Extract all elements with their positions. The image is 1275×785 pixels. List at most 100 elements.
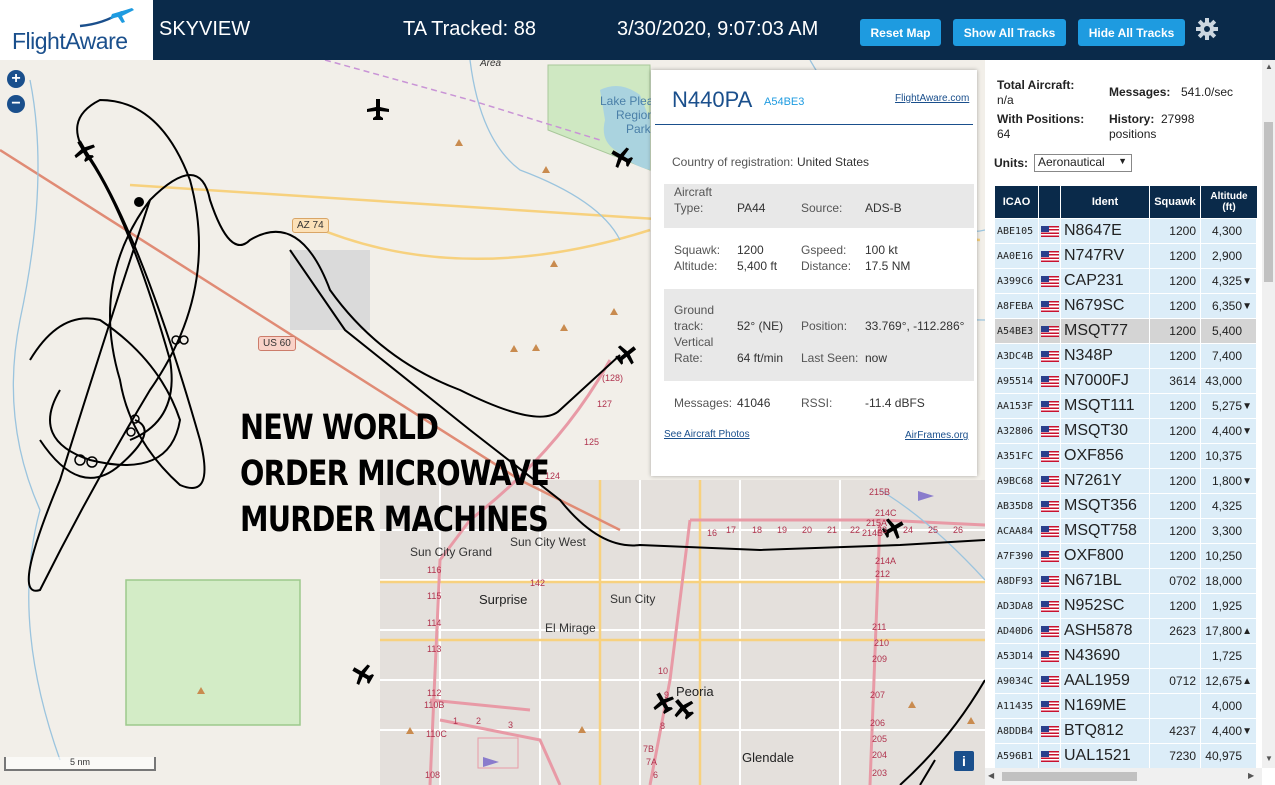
popup-hex[interactable]: A54BE3 bbox=[764, 96, 804, 108]
app-name: SKYVIEW bbox=[159, 18, 251, 40]
cell-icao: A7F390 bbox=[995, 544, 1039, 568]
horizontal-scrollbar[interactable]: ◀ ▶ bbox=[985, 768, 1262, 785]
highway-az74-shield: AZ 74 bbox=[292, 218, 329, 233]
cell-flag bbox=[1039, 294, 1061, 318]
cell-ident: N8647E bbox=[1061, 219, 1150, 243]
scroll-down-icon[interactable]: ▼ bbox=[1265, 754, 1273, 763]
table-row[interactable]: ACAA84 MSQT758 1200 3,300 bbox=[995, 519, 1257, 544]
cell-icao: A3DC4B bbox=[995, 344, 1039, 368]
map-canvas[interactable]: Area Lake Plea Region Park Sun City Gran… bbox=[0, 60, 985, 785]
aircraft-photos-link[interactable]: See Aircraft Photos bbox=[664, 429, 750, 440]
cell-altitude: 4,300 bbox=[1201, 219, 1257, 243]
cell-icao: ABE105 bbox=[995, 219, 1039, 243]
flightaware-link[interactable]: FlightAware.com bbox=[895, 93, 969, 104]
altitude-value: 7,400 bbox=[1211, 349, 1242, 363]
altitude-value: 17,800 bbox=[1205, 624, 1242, 638]
table-row[interactable]: A8DF93 N671BL 0702 18,000 bbox=[995, 569, 1257, 594]
table-row[interactable]: A8FEBA N679SC 1200 6,350 ▼ bbox=[995, 294, 1257, 319]
exit-label: 206 bbox=[870, 718, 886, 728]
cell-ident: UAL1521 bbox=[1061, 744, 1150, 768]
altitude-trend-icon: ▼ bbox=[1242, 275, 1252, 287]
col-altitude[interactable]: Altitude (ft) bbox=[1201, 186, 1257, 218]
table-row[interactable]: A32806 MSQT30 1200 4,400 ▼ bbox=[995, 419, 1257, 444]
cell-icao: A9034C bbox=[995, 669, 1039, 693]
cell-ident: N7000FJ bbox=[1061, 369, 1150, 393]
table-row[interactable]: A8DDB4 BTQ812 4237 4,400 ▼ bbox=[995, 719, 1257, 744]
horizontal-scroll-thumb[interactable] bbox=[1002, 772, 1137, 781]
exit-label: 2 bbox=[476, 716, 482, 726]
cell-altitude: 10,375 bbox=[1201, 444, 1257, 468]
flightaware-logo[interactable]: FlightAware bbox=[0, 0, 153, 60]
table-row[interactable]: A596B1 UAL1521 7230 40,975 bbox=[995, 744, 1257, 769]
place-glendale: Glendale bbox=[742, 750, 795, 765]
with-positions-value: 64 bbox=[997, 127, 1011, 141]
country-label: Country of registration: bbox=[672, 155, 794, 169]
cell-icao: AA153F bbox=[995, 394, 1039, 418]
exit-label: 110C bbox=[426, 729, 447, 739]
us-flag-icon bbox=[1040, 600, 1059, 612]
zoom-in-button[interactable]: + bbox=[7, 70, 25, 88]
col-squawk[interactable]: Squawk bbox=[1150, 186, 1201, 218]
table-row[interactable]: AA0E16 N747RV 1200 2,900 bbox=[995, 244, 1257, 269]
zoom-out-button[interactable]: − bbox=[7, 95, 25, 113]
scroll-left-icon[interactable]: ◀ bbox=[988, 771, 994, 780]
us-flag-icon bbox=[1040, 300, 1059, 312]
map-info-button[interactable]: i bbox=[954, 751, 974, 771]
ground-track-label-1: Ground bbox=[674, 303, 715, 317]
vertical-scrollbar[interactable]: ▲ ▼ bbox=[1262, 60, 1275, 768]
cell-altitude: 18,000 bbox=[1201, 569, 1257, 593]
altitude-value: 4,400 bbox=[1211, 424, 1242, 438]
vrate-label-1: Vertical bbox=[674, 335, 714, 349]
table-row[interactable]: A9BC68 N7261Y 1200 1,800 ▼ bbox=[995, 469, 1257, 494]
last-seen-label: Last Seen: bbox=[801, 351, 859, 365]
history-unit: positions bbox=[1109, 127, 1157, 141]
overlay-line-1: NEW WORLD bbox=[240, 408, 439, 448]
table-row[interactable]: A95514 N7000FJ 3614 43,000 bbox=[995, 369, 1257, 394]
chevron-down-icon: ▼ bbox=[1118, 156, 1127, 166]
table-row[interactable]: A9034C AAL1959 0712 12,675 ▲ bbox=[995, 669, 1257, 694]
table-row[interactable]: A53D14 N43690 1,725 bbox=[995, 644, 1257, 669]
table-row[interactable]: A399C6 CAP231 1200 4,325 ▼ bbox=[995, 269, 1257, 294]
table-row[interactable]: ABE105 N8647E 1200 4,300 bbox=[995, 219, 1257, 244]
cell-icao: A9BC68 bbox=[995, 469, 1039, 493]
table-row[interactable]: AD3DA8 N952SC 1200 1,925 bbox=[995, 594, 1257, 619]
exit-label: 207 bbox=[870, 690, 886, 700]
cell-flag bbox=[1039, 619, 1061, 643]
gspeed-value: 100 kt bbox=[865, 243, 898, 257]
exit-label: 115 bbox=[427, 591, 442, 601]
scroll-up-icon[interactable]: ▲ bbox=[1265, 62, 1273, 71]
col-icao[interactable]: ICAO bbox=[995, 186, 1039, 218]
hide-all-tracks-button[interactable]: Hide All Tracks bbox=[1078, 19, 1185, 46]
cell-ident: N7261Y bbox=[1061, 469, 1150, 493]
table-row[interactable]: A54BE3 MSQT77 1200 5,400 bbox=[995, 319, 1257, 344]
scroll-right-icon[interactable]: ▶ bbox=[1248, 771, 1254, 780]
cell-squawk: 1200 bbox=[1150, 419, 1201, 443]
table-row[interactable]: A3DC4B N348P 1200 7,400 bbox=[995, 344, 1257, 369]
col-ident[interactable]: Ident bbox=[1061, 186, 1150, 218]
table-row[interactable]: A351FC OXF856 1200 10,375 bbox=[995, 444, 1257, 469]
vertical-scroll-thumb[interactable] bbox=[1264, 122, 1273, 282]
table-row[interactable]: AA153F MSQT111 1200 5,275 ▼ bbox=[995, 394, 1257, 419]
reset-map-button[interactable]: Reset Map bbox=[860, 19, 941, 46]
cell-squawk: 7230 bbox=[1150, 744, 1201, 768]
table-row[interactable]: A7F390 OXF800 1200 10,250 bbox=[995, 544, 1257, 569]
place-lake-3: Park bbox=[626, 122, 651, 136]
col-flag[interactable] bbox=[1039, 186, 1061, 218]
altitude-trend-icon: ▲ bbox=[1242, 625, 1252, 637]
table-row[interactable]: AB35D8 MSQT356 1200 4,325 bbox=[995, 494, 1257, 519]
cell-altitude: 3,300 bbox=[1201, 519, 1257, 543]
cell-icao: A53D14 bbox=[995, 644, 1039, 668]
cell-squawk: 0712 bbox=[1150, 669, 1201, 693]
table-row[interactable]: A11435 N169ME 4,000 bbox=[995, 694, 1257, 719]
place-lake-1: Lake Plea bbox=[600, 94, 654, 108]
cell-ident: CAP231 bbox=[1061, 269, 1150, 293]
altitude-value: 4,325 bbox=[1211, 274, 1242, 288]
gear-icon[interactable] bbox=[1195, 17, 1219, 41]
altitude-value: 3,300 bbox=[1211, 524, 1242, 538]
show-all-tracks-button[interactable]: Show All Tracks bbox=[953, 19, 1066, 46]
table-row[interactable]: AD40D6 ASH5878 2623 17,800 ▲ bbox=[995, 619, 1257, 644]
exit-label: 17 bbox=[726, 525, 737, 535]
units-select[interactable]: Aeronautical ▼ bbox=[1034, 154, 1132, 172]
airframes-link[interactable]: AirFrames.org bbox=[905, 430, 968, 441]
altitude-trend-icon: ▼ bbox=[1242, 300, 1252, 312]
